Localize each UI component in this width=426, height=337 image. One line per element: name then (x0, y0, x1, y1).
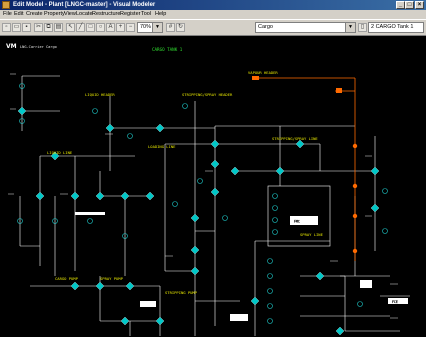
process-lines (19, 75, 410, 336)
logo-caption: LNG-Carrier Cargo (20, 45, 57, 49)
select-arrow-icon[interactable]: ↖ (66, 23, 75, 32)
menu-register[interactable]: Register (120, 10, 140, 19)
menu-create[interactable]: Create (26, 10, 43, 19)
menu-property[interactable]: Property (44, 10, 65, 19)
logo-mark: VM (6, 43, 17, 50)
minimize-button[interactable]: _ (396, 1, 405, 9)
pid-diagram: VM LNG-Carrier Cargo CARGO TANK 1 FMC FC… (6, 43, 410, 336)
zoom-select[interactable]: 70% ▼ (137, 22, 163, 33)
cut-icon[interactable]: ✂ (34, 23, 43, 32)
model-select[interactable]: Cargo ▼ (255, 22, 356, 33)
new-icon[interactable]: ▫ (2, 23, 11, 32)
header-label-cargo-pump: CARGO PUMP (55, 276, 79, 281)
view-select-value: 2 CARGO Tank 1 (371, 24, 414, 30)
chevron-down-icon[interactable]: ▼ (345, 23, 355, 32)
header-label-stripping-spray: STRIPPING/SPRAY HEADER (182, 92, 233, 97)
menu-help[interactable]: Help (155, 10, 166, 19)
text-tool-icon[interactable]: A (106, 23, 115, 32)
paste-icon[interactable]: ▤ (54, 23, 63, 32)
close-button[interactable]: × (415, 1, 424, 9)
svg-text:FCE: FCE (392, 300, 398, 304)
menu-locate[interactable]: Locate (76, 10, 93, 19)
copy-icon[interactable]: ⧉ (44, 23, 53, 32)
toolbar: ▫ ▭ ▪ ✂ ⧉ ▤ ↖ ╱ □ ○ A + − 70% ▼ # ↻ Carg… (0, 19, 426, 36)
application-window: Edit Model - Plant [LNGC-master] - Visua… (0, 0, 426, 337)
zoom-out-icon[interactable]: − (126, 23, 135, 32)
refresh-icon[interactable]: ↻ (176, 23, 185, 32)
header-label-stripping-pump: STRIPPING PUMP (165, 290, 198, 295)
grid-icon[interactable]: # (166, 23, 175, 32)
rectangle-icon[interactable]: □ (86, 23, 95, 32)
header-label-vapour: VAPOUR HEADER (248, 70, 278, 75)
window-title: Edit Model - Plant [LNGC-master] - Visua… (13, 2, 156, 8)
diagram-canvas[interactable]: VM LNG-Carrier Cargo CARGO TANK 1 FMC FC… (0, 36, 426, 337)
header-label-stripping-spray-line: STRIPPING/SPRAY LINE (272, 136, 318, 141)
menu-file[interactable]: File (3, 10, 12, 19)
model-select-value: Cargo (258, 24, 273, 30)
zoom-value: 70% (140, 24, 152, 30)
page-icon[interactable]: ▯ (358, 23, 367, 32)
menu-bar: File Edit Create Property View Locate Re… (0, 10, 426, 19)
draw-line-icon[interactable]: ╱ (76, 23, 85, 32)
save-icon[interactable]: ▪ (22, 23, 31, 32)
menu-tool[interactable]: Tool (141, 10, 151, 19)
zoom-in-icon[interactable]: + (116, 23, 125, 32)
menu-view[interactable]: View (64, 10, 76, 19)
svg-text:FMC: FMC (294, 220, 300, 224)
app-icon (2, 1, 10, 9)
header-label-spray-pump: SPRAY PUMP (100, 276, 124, 281)
menu-restructure[interactable]: Restructure (92, 10, 120, 19)
maximize-button[interactable]: □ (405, 1, 414, 9)
header-label-spray-line: SPRAY LINE (300, 232, 324, 237)
open-icon[interactable]: ▭ (12, 23, 21, 32)
menu-edit[interactable]: Edit (14, 10, 23, 19)
diagram-title: CARGO TANK 1 (152, 47, 183, 52)
view-select[interactable]: 2 CARGO Tank 1 (368, 22, 424, 33)
title-bar[interactable]: Edit Model - Plant [LNGC-master] - Visua… (0, 0, 426, 10)
ellipse-icon[interactable]: ○ (96, 23, 105, 32)
tag-marks (8, 73, 398, 319)
header-label-liquid-line: LIQUID LINE (47, 150, 73, 155)
header-label-loading-line: LOADING LINE (148, 144, 176, 149)
chevron-down-icon[interactable]: ▼ (152, 23, 162, 32)
header-label-liquid: LIQUID HEADER (85, 92, 115, 97)
